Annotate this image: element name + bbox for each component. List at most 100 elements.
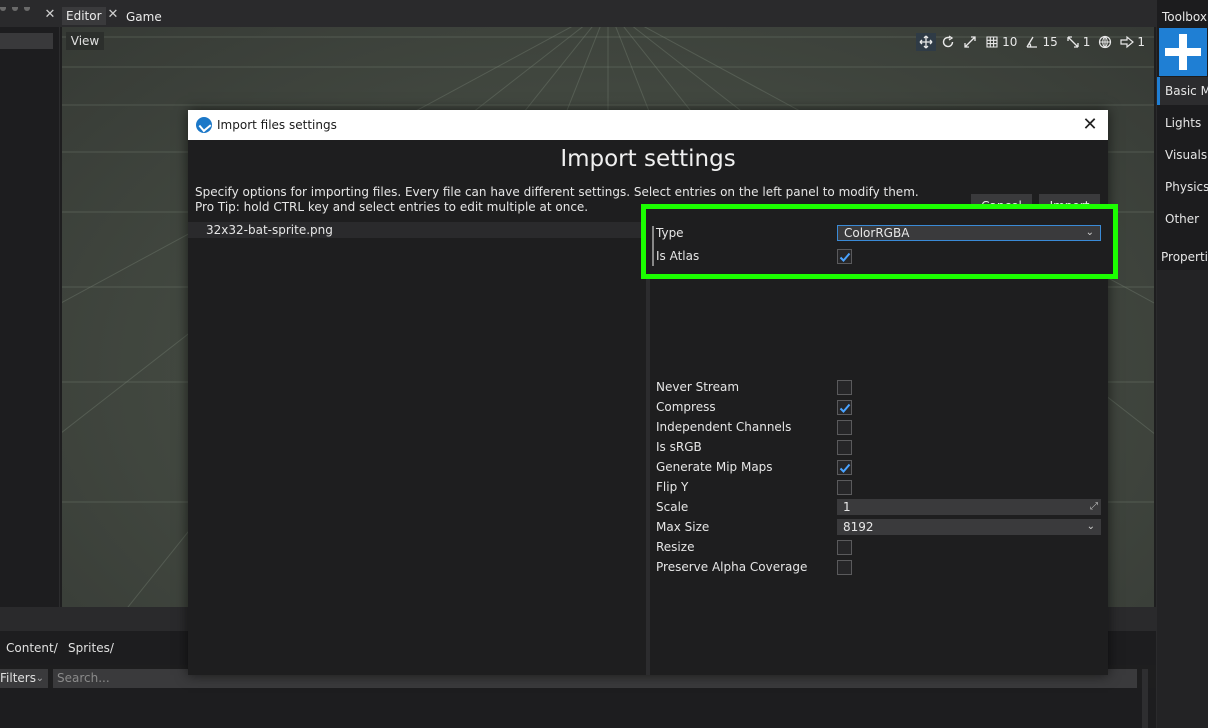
import-properties-panel: Never Stream Compress Independent Channe…	[650, 222, 1108, 675]
toolbox-tab-basic-models[interactable]: Basic Models	[1157, 77, 1208, 105]
camera-speed-value: 1	[1137, 35, 1145, 49]
translate-tool-button[interactable]	[916, 33, 937, 51]
toolbox-panel: Toolbox Basic Models Lights Visuals Phys…	[1156, 0, 1208, 728]
scene-search-input[interactable]	[0, 33, 53, 49]
camera-speed-button[interactable]: 1	[1117, 33, 1148, 51]
resize-checkbox[interactable]	[837, 540, 852, 555]
dialog-heading: Import settings	[560, 146, 736, 172]
grid-snap-button[interactable]: 10	[982, 33, 1020, 51]
transform-space-button[interactable]	[1095, 33, 1115, 51]
scale-row: Scale 1 ⤢	[650, 497, 1108, 517]
tab-editor[interactable]: Editor	[62, 7, 106, 25]
properties-tab[interactable]: Properties	[1157, 250, 1208, 270]
resize-row: Resize	[650, 537, 1108, 557]
type-label: Type	[656, 226, 684, 240]
flip-y-label: Flip Y	[656, 480, 689, 494]
scale-field[interactable]: 1 ⤢	[837, 499, 1101, 515]
generate-mip-maps-label: Generate Mip Maps	[656, 460, 773, 474]
property-focus-marker	[652, 226, 654, 266]
flip-y-row: Flip Y	[650, 477, 1108, 497]
content-items-area	[0, 688, 1156, 728]
file-list: 32x32-bat-sprite.png	[188, 222, 648, 675]
preserve-alpha-row: Preserve Alpha Coverage	[650, 557, 1108, 577]
max-size-value: 8192	[843, 520, 874, 534]
never-stream-row: Never Stream	[650, 377, 1108, 397]
scale-snap-button[interactable]: 1	[1063, 33, 1094, 51]
is-srgb-checkbox[interactable]	[837, 440, 852, 455]
view-menu-button[interactable]: View	[66, 32, 104, 50]
toolbox-add-button[interactable]	[1159, 28, 1207, 76]
scale-value: 1	[843, 500, 851, 514]
description-line: Specify options for importing files. Eve…	[195, 185, 919, 199]
filters-dropdown[interactable]: Filters ⌄	[0, 669, 48, 688]
scale-label: Scale	[656, 500, 689, 514]
scale-snap-icon	[1067, 36, 1079, 48]
independent-channels-checkbox[interactable]	[837, 420, 852, 435]
max-size-dropdown[interactable]: 8192 ⌄	[837, 519, 1101, 535]
is-atlas-label: Is Atlas	[656, 249, 700, 263]
toolbox-tab-visuals[interactable]: Visuals	[1157, 141, 1208, 169]
rotate-tool-button[interactable]	[938, 33, 958, 51]
move-icon	[919, 35, 933, 49]
scale-icon	[964, 36, 976, 48]
rotate-snap-value: 15	[1042, 35, 1058, 49]
generate-mip-maps-row: Generate Mip Maps	[650, 457, 1108, 477]
checkmark-icon	[839, 252, 851, 262]
tab-game[interactable]: Game	[126, 10, 162, 24]
is-srgb-label: Is sRGB	[656, 440, 702, 454]
list-item[interactable]: 32x32-bat-sprite.png	[188, 222, 646, 238]
close-tab-icon[interactable]: ✕	[107, 8, 119, 21]
resize-label: Resize	[656, 540, 695, 554]
viewport-toolbar: 10 15 1 1	[916, 33, 1148, 51]
toolbox-title: Toolbox	[1162, 10, 1207, 24]
close-icon[interactable]: ✕	[1080, 115, 1100, 135]
type-value: ColorRGBA	[844, 226, 910, 240]
window-controls	[0, 0, 40, 11]
scene-tree-panel	[0, 27, 60, 607]
compress-label: Compress	[656, 400, 716, 414]
scale-tool-button[interactable]	[960, 33, 980, 51]
properties-panel	[1157, 270, 1208, 728]
toolbox-tab-physics[interactable]: Physics	[1157, 173, 1208, 201]
max-size-row: Max Size 8192 ⌄	[650, 517, 1108, 537]
globe-icon	[1099, 35, 1112, 49]
content-scrollbar[interactable]	[1142, 669, 1148, 728]
checkmark-icon	[839, 403, 851, 413]
toolbox-tab-other[interactable]: Other	[1157, 205, 1208, 233]
close-tab-icon[interactable]: ✕	[44, 8, 56, 21]
generate-mip-maps-checkbox[interactable]	[837, 460, 852, 475]
grid-icon	[986, 36, 998, 48]
chevron-down-icon: ⌄	[1086, 521, 1095, 532]
import-settings-dialog: Import files settings ✕ Import settings …	[188, 110, 1108, 675]
grid-snap-value: 10	[1002, 35, 1018, 49]
camera-speed-icon	[1120, 35, 1135, 49]
app-logo-icon	[196, 117, 212, 133]
flip-y-checkbox[interactable]	[837, 480, 852, 495]
rotate-icon	[943, 35, 954, 48]
rotate-snap-button[interactable]: 15	[1022, 33, 1060, 51]
is-srgb-row: Is sRGB	[650, 437, 1108, 457]
expand-icon[interactable]: ⤢	[1090, 499, 1098, 515]
breadcrumb-content[interactable]: Content/	[6, 641, 58, 655]
preserve-alpha-label: Preserve Alpha Coverage	[656, 560, 808, 574]
compress-row: Compress	[650, 397, 1108, 417]
toolbox-tab-lights[interactable]: Lights	[1157, 109, 1208, 137]
scale-snap-value: 1	[1082, 35, 1091, 49]
is-atlas-checkbox[interactable]	[837, 249, 852, 264]
is-atlas-row: Is Atlas	[650, 246, 1108, 266]
type-row: Type ColorRGBA ⌄	[650, 223, 1108, 243]
independent-channels-row: Independent Channels	[650, 417, 1108, 437]
type-dropdown[interactable]: ColorRGBA ⌄	[837, 225, 1101, 241]
never-stream-checkbox[interactable]	[837, 380, 852, 395]
preserve-alpha-checkbox[interactable]	[837, 560, 852, 575]
chevron-down-icon: ⌄	[1085, 227, 1094, 238]
independent-channels-label: Independent Channels	[656, 420, 792, 434]
compress-checkbox[interactable]	[837, 400, 852, 415]
never-stream-label: Never Stream	[656, 380, 740, 394]
max-size-label: Max Size	[656, 520, 710, 534]
tab-strip: ✕ Editor ✕ Game	[0, 0, 1156, 27]
dialog-window-title: Import files settings	[217, 118, 337, 132]
dialog-titlebar[interactable]: Import files settings ✕	[188, 110, 1108, 140]
angle-icon	[1026, 36, 1038, 48]
breadcrumb-sprites[interactable]: Sprites/	[68, 641, 114, 655]
